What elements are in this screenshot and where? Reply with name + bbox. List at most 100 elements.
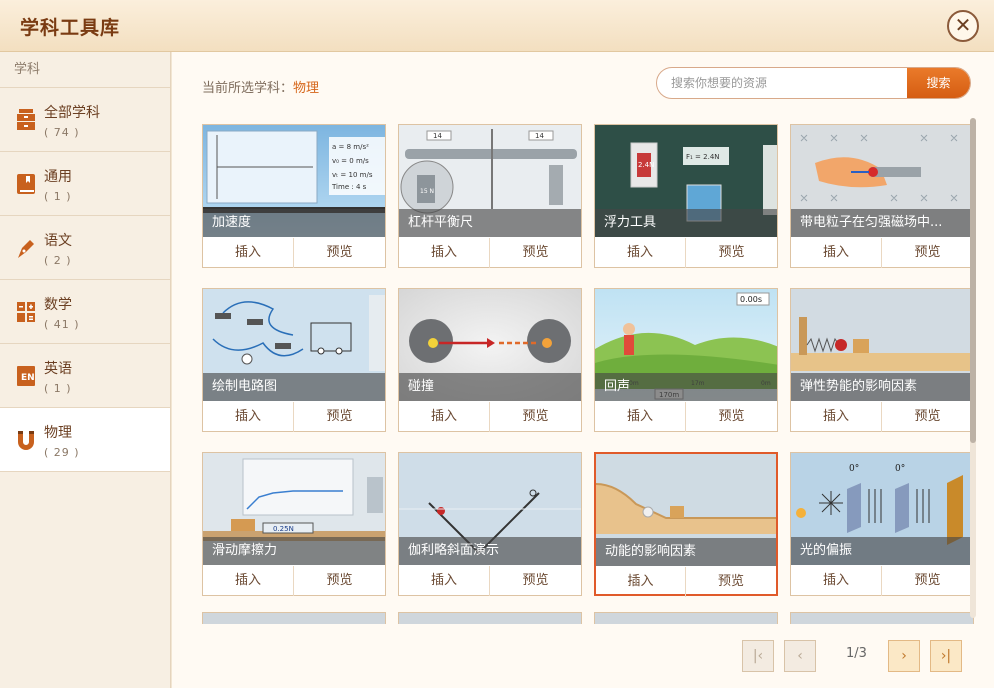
preview-button[interactable]: 预览: [882, 402, 972, 432]
insert-button[interactable]: 插入: [203, 566, 294, 596]
card-title: 绘制电路图: [203, 373, 385, 401]
tool-card[interactable]: 2.4N F₁ = 2.4N 浮力工具 插入 预览: [594, 124, 778, 268]
insert-button[interactable]: 插入: [791, 238, 882, 268]
preview-button[interactable]: 预览: [686, 567, 776, 597]
insert-button[interactable]: 插入: [595, 402, 686, 432]
card-actions: 插入 预览: [596, 567, 776, 597]
polar-deg2: 0°: [895, 464, 905, 474]
sidebar-item-chinese[interactable]: 语文 ( 2 ): [0, 216, 170, 280]
current-subject-prefix: 当前所选学科：: [202, 81, 294, 96]
tool-card[interactable]: 绘制电路图 插入 预览: [202, 288, 386, 432]
sidebar-item-math[interactable]: 数学 ( 41 ): [0, 280, 170, 344]
card-title: 光的偏振: [791, 537, 972, 565]
calculator-icon: [17, 302, 35, 322]
sidebar-item-count: ( 41 ): [44, 318, 80, 331]
tool-card[interactable]: 伽利略斜面演示 插入 预览: [398, 452, 582, 596]
sidebar-item-label: 数学: [44, 297, 72, 313]
current-subject-line: 当前所选学科：物理: [202, 77, 319, 96]
tool-card[interactable]: 14 14 15 N 杠杆平衡尺 插入 预览: [398, 124, 582, 268]
magnet-icon: [18, 431, 34, 450]
tool-card-selected[interactable]: 动能的影响因素 插入 预览: [594, 452, 778, 597]
lever-weight: 15 N: [420, 188, 434, 195]
subject-sidebar: 学科 全部学科 ( 74 ) 通用 ( 1 ) 语文 ( 2 ) 数学 (41…: [0, 52, 171, 688]
tool-card[interactable]: 0.00s 0m 17m 0m 170m 回声 插入 预览: [594, 288, 778, 432]
preview-button[interactable]: 预览: [490, 238, 581, 268]
prev-page-button[interactable]: ‹: [784, 640, 816, 672]
pen-icon: [18, 240, 34, 258]
preview-button[interactable]: 预览: [294, 566, 385, 596]
dialog-header: 学科工具库 ✕: [0, 0, 994, 52]
tool-card[interactable]: 0° 0° 光的偏振 插入 预览: [790, 452, 972, 596]
card-actions: 插入 预览: [791, 566, 972, 596]
friction-reading: 0.25N: [273, 525, 294, 533]
card-actions: 插入 预览: [595, 402, 777, 432]
search-box: 搜索: [656, 67, 971, 99]
insert-button[interactable]: 插入: [203, 238, 294, 268]
sidebar-item-label: 英语: [44, 361, 72, 377]
next-page-button[interactable]: ›: [888, 640, 920, 672]
search-input[interactable]: [671, 68, 901, 98]
card-actions: 插入 预览: [203, 402, 385, 432]
card-title: 动能的影响因素: [596, 538, 776, 566]
last-page-button[interactable]: ›|: [930, 640, 962, 672]
preview-button[interactable]: 预览: [490, 566, 581, 596]
partial-card: [398, 612, 582, 624]
grid-scrollbar[interactable]: [970, 118, 976, 618]
card-actions: 插入 预览: [399, 238, 581, 268]
insert-button[interactable]: 插入: [203, 402, 294, 432]
card-actions: 插入 预览: [791, 238, 972, 268]
sidebar-item-count: ( 29 ): [44, 446, 80, 459]
insert-button[interactable]: 插入: [595, 238, 686, 268]
acc-vt: vₜ = 10 m/s: [332, 171, 373, 179]
tool-card[interactable]: 带电粒子在匀强磁场中... 插入 预览: [790, 124, 972, 268]
tool-card[interactable]: 弹性势能的影响因素 插入 预览: [790, 288, 972, 432]
sidebar-item-all[interactable]: 全部学科 ( 74 ): [0, 88, 170, 152]
acc-time: Time : 4 s: [331, 183, 367, 191]
card-title: 带电粒子在匀强磁场中...: [791, 209, 972, 237]
insert-button[interactable]: 插入: [791, 402, 882, 432]
card-actions: 插入 预览: [203, 238, 385, 268]
sidebar-heading: 学科: [0, 52, 170, 88]
sidebar-item-general[interactable]: 通用 ( 1 ): [0, 152, 170, 216]
next-row-peek: [202, 612, 974, 624]
buoy-right: F₁ = 2.4N: [686, 153, 720, 161]
card-title: 浮力工具: [595, 209, 777, 237]
current-subject: 物理: [293, 81, 320, 96]
partial-card: [202, 612, 386, 624]
close-button[interactable]: ✕: [947, 10, 979, 42]
lever-page-a: 14: [433, 132, 442, 140]
preview-button[interactable]: 预览: [686, 402, 777, 432]
acc-a: a = 8 m/s²: [332, 143, 369, 151]
scrollbar-thumb[interactable]: [970, 118, 976, 443]
card-actions: 插入 预览: [399, 402, 581, 432]
sidebar-item-english[interactable]: EN 英语 ( 1 ): [0, 344, 170, 408]
insert-button[interactable]: 插入: [399, 238, 490, 268]
search-button[interactable]: 搜索: [907, 68, 970, 98]
preview-button[interactable]: 预览: [294, 238, 385, 268]
preview-button[interactable]: 预览: [686, 238, 777, 268]
preview-button[interactable]: 预览: [294, 402, 385, 432]
card-title: 伽利略斜面演示: [399, 537, 581, 565]
all-subjects-icon: [17, 109, 35, 130]
preview-button[interactable]: 预览: [490, 402, 581, 432]
preview-button[interactable]: 预览: [882, 238, 972, 268]
tool-card[interactable]: 0.25N 滑动摩擦力 插入 预览: [202, 452, 386, 596]
tool-card[interactable]: a = 8 m/s² v₀ = 0 m/s vₜ = 10 m/s Time :…: [202, 124, 386, 268]
card-title: 加速度: [203, 209, 385, 237]
insert-button[interactable]: 插入: [596, 567, 686, 597]
insert-button[interactable]: 插入: [399, 566, 490, 596]
sidebar-item-label: 通用: [44, 169, 72, 185]
first-page-button[interactable]: |‹: [742, 640, 774, 672]
tool-card[interactable]: 碰撞 插入 预览: [398, 288, 582, 432]
main-panel: 当前所选学科：物理 搜索 a = 8 m/s² v₀ = 0 m/s vₜ = …: [172, 52, 994, 688]
card-title: 滑动摩擦力: [203, 537, 385, 565]
sidebar-item-label: 物理: [44, 425, 72, 441]
insert-button[interactable]: 插入: [399, 402, 490, 432]
preview-button[interactable]: 预览: [882, 566, 972, 596]
book-icon: [17, 174, 35, 194]
buoy-left: 2.4N: [638, 161, 654, 169]
card-actions: 插入 预览: [399, 566, 581, 596]
sidebar-item-physics[interactable]: 物理 ( 29 ): [0, 408, 170, 472]
card-actions: 插入 预览: [203, 566, 385, 596]
insert-button[interactable]: 插入: [791, 566, 882, 596]
